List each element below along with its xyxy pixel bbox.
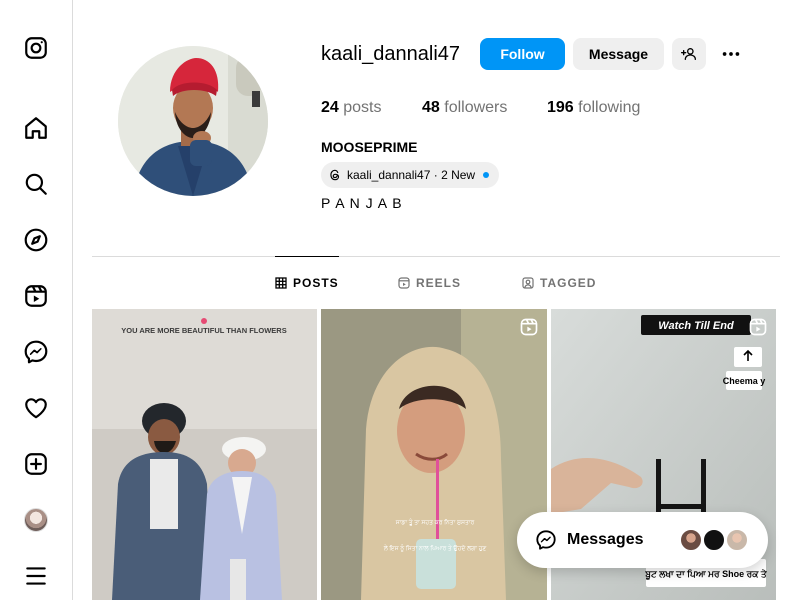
reels-small-icon	[398, 277, 410, 289]
message-avatar	[725, 528, 749, 552]
reels-icon[interactable]	[22, 282, 50, 310]
followers-stat[interactable]: 48 followers	[422, 99, 507, 117]
message-button[interactable]: Message	[573, 38, 664, 70]
profile-bio: P A N J A B	[321, 195, 403, 211]
explore-icon[interactable]	[22, 226, 50, 254]
followers-count: 48	[422, 99, 440, 116]
post-thumbnail[interactable]: YOU ARE MORE BEAUTIFUL THAN FLOWERS	[92, 309, 317, 600]
tagged-icon	[522, 277, 534, 289]
followers-label: followers	[444, 99, 508, 116]
posts-label: posts	[343, 99, 382, 116]
tab-reels[interactable]: REELS	[398, 276, 461, 290]
threads-badge[interactable]: kaali_dannali47 · 2 New	[321, 162, 500, 188]
message-avatar	[679, 528, 703, 552]
post-3-watch-text: Watch Till End	[658, 320, 734, 332]
reel-indicator-icon	[749, 318, 767, 336]
tab-posts-label: POSTS	[293, 276, 339, 290]
grid-icon	[275, 277, 287, 289]
create-icon[interactable]	[22, 450, 50, 478]
following-count: 196	[547, 99, 574, 116]
post-thumbnail[interactable]: ਸਾਡਾ ਤੂੰ ਤਾ ਸਹਤ ਕਰ ਨਿਤਾ ਸੁਸਤਾਰ ਲੇ ਇਸ ਨੂੰ…	[321, 309, 547, 600]
follow-button[interactable]: Follow	[480, 38, 565, 70]
post-3-sticker-text: Cheema y	[723, 376, 766, 386]
messages-dock[interactable]: Messages	[517, 512, 768, 568]
threads-icon	[330, 169, 340, 181]
svg-text:ਸਾਡਾ ਤੂੰ ਤਾ ਸਹਤ ਕਰ ਨਿਤਾ ਸੁਸਤਾਰ: ਸਾਡਾ ਤੂੰ ਤਾ ਸਹਤ ਕਰ ਨਿਤਾ ਸੁਸਤਾਰ	[395, 518, 475, 526]
posts-count: 24	[321, 99, 339, 116]
following-label: following	[578, 99, 641, 116]
post-1-caption-text: YOU ARE MORE BEAUTIFUL THAN FLOWERS	[121, 326, 286, 335]
tab-tagged[interactable]: TAGGED	[522, 276, 596, 290]
new-indicator-dot	[483, 172, 490, 178]
tab-tagged-label: TAGGED	[540, 276, 597, 290]
profile-username: kaali_dannali47	[321, 43, 461, 65]
add-user-button[interactable]	[672, 38, 706, 70]
sidebar-nav	[0, 0, 73, 600]
tab-reels-label: REELS	[416, 276, 462, 290]
profile-avatar[interactable]	[22, 506, 50, 534]
posts-stat[interactable]: 24 posts	[321, 99, 382, 117]
active-tab-indicator	[275, 256, 339, 257]
messages-label: Messages	[567, 531, 644, 548]
menu-icon[interactable]	[22, 562, 50, 590]
message-avatar	[702, 528, 726, 552]
search-icon[interactable]	[22, 170, 50, 198]
following-stat[interactable]: 196 following	[547, 99, 640, 117]
more-dots-icon	[722, 52, 740, 56]
tab-posts[interactable]: POSTS	[275, 276, 339, 290]
messenger-icon[interactable]	[22, 338, 50, 366]
instagram-logo-icon[interactable]	[22, 34, 50, 62]
more-options-button[interactable]	[716, 38, 746, 70]
messenger-icon	[536, 530, 556, 550]
profile-picture[interactable]	[118, 46, 268, 196]
home-icon[interactable]	[22, 114, 50, 142]
add-user-icon	[681, 48, 696, 60]
profile-full-name: MOOSEPRIME	[321, 139, 418, 155]
svg-text:ਲੇ ਇਸ ਨੂੰ ਸਿਤਾ ਨਾਲ ਪਿਆਰ ਤੇ ਉਹਦ: ਲੇ ਇਸ ਨੂੰ ਸਿਤਾ ਨਾਲ ਪਿਆਰ ਤੇ ਉਹਦੋ ਲਗਾ ਹੁਣ	[383, 544, 487, 552]
reel-indicator-icon	[520, 318, 538, 336]
threads-badge-text: kaali_dannali47 · 2 New	[347, 168, 476, 182]
notifications-heart-icon[interactable]	[22, 394, 50, 422]
tabs-divider	[92, 256, 780, 257]
